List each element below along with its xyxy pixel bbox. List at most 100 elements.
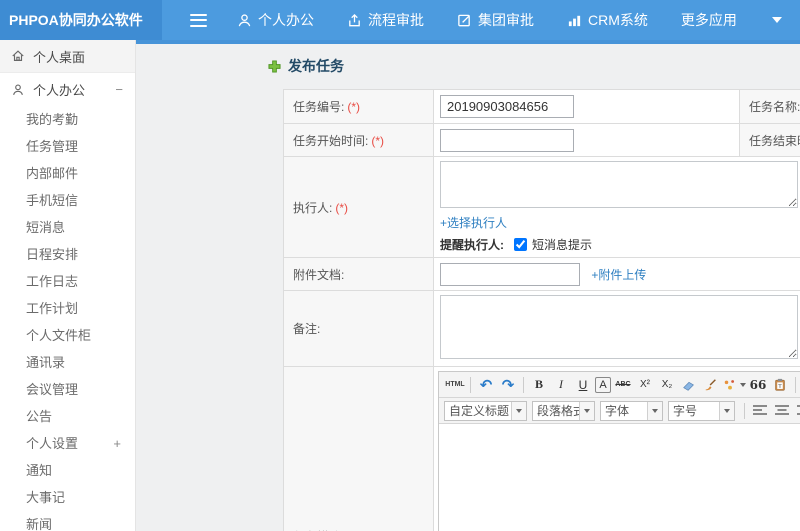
caret-down-icon xyxy=(740,382,746,387)
add-icon xyxy=(268,59,281,73)
sidebar-item-announcement[interactable]: 公告 xyxy=(0,403,135,430)
sms-remind-label: 短消息提示 xyxy=(532,238,593,252)
main-content: 发布任务 任务编号:(*) 任务名称:(*) 任务开始时间:(*) 任务结 xyxy=(136,40,800,531)
page-title: 发布任务 xyxy=(268,56,344,76)
top-header: PHPOA协同办公软件 个人办公 流程审批 集团审批 CRM系统 更多应用 xyxy=(0,0,800,40)
description-label: 任务描述:(*) xyxy=(283,366,434,531)
sidebar-item-attendance[interactable]: 我的考勤 xyxy=(0,106,135,133)
nav-more-apps[interactable]: 更多应用 xyxy=(681,10,737,30)
eraser-button[interactable] xyxy=(679,375,699,395)
sidebar-item-internal-mail[interactable]: 内部邮件 xyxy=(0,160,135,187)
strikethrough-button[interactable]: ABC xyxy=(613,375,633,395)
sparkle-icon xyxy=(724,379,735,390)
row-description: 任务描述:(*) HTML ↶ ↷ B I U A ABC X xyxy=(283,366,800,531)
row-task-number: 任务编号:(*) 任务名称:(*) xyxy=(283,89,800,124)
remark-textarea[interactable] xyxy=(440,295,798,359)
sidebar-item-phone-sms[interactable]: 手机短信 xyxy=(0,187,135,214)
brush-icon xyxy=(705,378,716,390)
start-time-label: 任务开始时间: (*) xyxy=(283,123,434,157)
process-icon xyxy=(349,13,360,26)
sidebar-item-notice[interactable]: 通知 xyxy=(0,457,135,484)
collapse-icon[interactable]: − xyxy=(115,82,123,97)
attachment-label: 附件文档: xyxy=(283,257,434,291)
row-remark: 备注: xyxy=(283,290,800,367)
font-size-select[interactable]: 字号 xyxy=(668,400,735,421)
italic-button[interactable]: I xyxy=(551,375,571,395)
custom-title-select[interactable]: 自定义标题 xyxy=(444,400,527,421)
row-attachment: 附件文档: +附件上传 xyxy=(283,257,800,291)
sidebar-item-personal-settings[interactable]: 个人设置 + xyxy=(0,430,135,457)
sidebar-item-task-management[interactable]: 任务管理 xyxy=(0,133,135,160)
nav-personal-office[interactable]: 个人办公 xyxy=(237,10,314,30)
task-form: 任务编号:(*) 任务名称:(*) 任务开始时间:(*) 任务结束时间:(*) xyxy=(283,89,800,531)
align-center-icon xyxy=(775,404,789,415)
align-center-button[interactable] xyxy=(772,401,792,421)
nav-group-approval[interactable]: 集团审批 xyxy=(457,10,534,30)
nav-process-approval[interactable]: 流程审批 xyxy=(347,10,424,30)
svg-text:T: T xyxy=(778,383,782,389)
undo-button[interactable]: ↶ xyxy=(476,375,496,395)
top-nav: 个人办公 流程审批 集团审批 CRM系统 更多应用 xyxy=(237,10,782,30)
sidebar-item-work-log[interactable]: 工作日志 xyxy=(0,268,135,295)
superscript-button[interactable]: X² xyxy=(635,375,655,395)
sidebar-item-events[interactable]: 大事记 xyxy=(0,484,135,511)
format-brush-button[interactable] xyxy=(701,375,721,395)
rich-text-editor: HTML ↶ ↷ B I U A ABC X² X₂ 66 T 自定义标题 段落… xyxy=(438,371,800,531)
sidebar-item-meeting-management[interactable]: 会议管理 xyxy=(0,376,135,403)
align-left-icon xyxy=(753,404,767,415)
align-right-button[interactable] xyxy=(794,401,800,421)
editor-content-area[interactable] xyxy=(439,424,800,531)
clipboard-icon: T xyxy=(775,378,785,391)
bold-button[interactable]: B xyxy=(529,375,549,395)
attachment-upload-link[interactable]: +附件上传 xyxy=(591,268,646,282)
highlight-button[interactable]: A xyxy=(595,376,611,393)
expand-icon[interactable]: + xyxy=(113,430,121,457)
executor-textarea[interactable] xyxy=(440,161,798,208)
home-icon xyxy=(12,50,24,61)
sidebar-item-file-cabinet[interactable]: 个人文件柜 xyxy=(0,322,135,349)
sidebar-item-work-plan[interactable]: 工作计划 xyxy=(0,295,135,322)
sidebar-item-personal-office[interactable]: 个人办公 − xyxy=(0,73,135,106)
sidebar-item-short-message[interactable]: 短消息 xyxy=(0,214,135,241)
row-executor: 执行人: (*) +选择执行人 提醒执行人: 短消息提示 xyxy=(283,156,800,258)
caret-down-icon[interactable] xyxy=(771,17,782,23)
sidebar-item-desktop[interactable]: 个人桌面 xyxy=(0,40,135,73)
remark-label: 备注: xyxy=(283,290,434,367)
edit-icon xyxy=(458,14,470,26)
sidebar-item-contacts[interactable]: 通讯录 xyxy=(0,349,135,376)
task-number-input[interactable] xyxy=(440,95,574,118)
paragraph-format-select[interactable]: 段落格式 xyxy=(532,400,595,421)
sidebar: 个人桌面 个人办公 − 我的考勤 任务管理 内部邮件 手机短信 短消息 日程安排… xyxy=(0,40,136,531)
eraser-icon xyxy=(683,381,694,391)
underline-button[interactable]: U xyxy=(573,375,593,395)
nav-crm-system[interactable]: CRM系统 xyxy=(567,10,648,30)
attachment-input[interactable] xyxy=(440,262,580,286)
align-left-button[interactable] xyxy=(750,401,770,421)
user-icon xyxy=(13,84,23,95)
paste-button[interactable]: T xyxy=(770,375,790,395)
task-name-label: 任务名称:(*) xyxy=(739,89,800,124)
user-icon xyxy=(238,13,251,26)
emoticon-button[interactable] xyxy=(723,375,746,395)
sms-remind-checkbox[interactable] xyxy=(514,238,527,251)
sidebar-item-news[interactable]: 新闻 xyxy=(0,511,135,531)
html-source-button[interactable]: HTML xyxy=(445,375,465,395)
caret-down-icon xyxy=(579,401,594,420)
app-logo[interactable]: PHPOA协同办公软件 xyxy=(0,0,162,40)
caret-down-icon xyxy=(719,401,734,420)
executor-label: 执行人: (*) xyxy=(283,156,434,258)
sidebar-item-schedule[interactable]: 日程安排 xyxy=(0,241,135,268)
caret-down-icon xyxy=(647,401,662,420)
row-start-time: 任务开始时间:(*) 任务结束时间:(*) xyxy=(283,123,800,157)
start-time-input[interactable] xyxy=(440,128,574,152)
chart-icon xyxy=(568,15,581,26)
editor-toolbar-row1: HTML ↶ ↷ B I U A ABC X² X₂ 66 T xyxy=(439,372,800,398)
menu-toggle-icon[interactable] xyxy=(190,13,207,27)
subscript-button[interactable]: X₂ xyxy=(657,375,677,395)
caret-down-icon xyxy=(511,401,526,420)
choose-executor-link[interactable]: +选择执行人 xyxy=(440,216,507,230)
end-time-label: 任务结束时间:(*) xyxy=(739,123,800,157)
font-family-select[interactable]: 字体 xyxy=(600,400,663,421)
quote-button[interactable]: 66 xyxy=(748,375,768,395)
redo-button[interactable]: ↷ xyxy=(498,375,518,395)
